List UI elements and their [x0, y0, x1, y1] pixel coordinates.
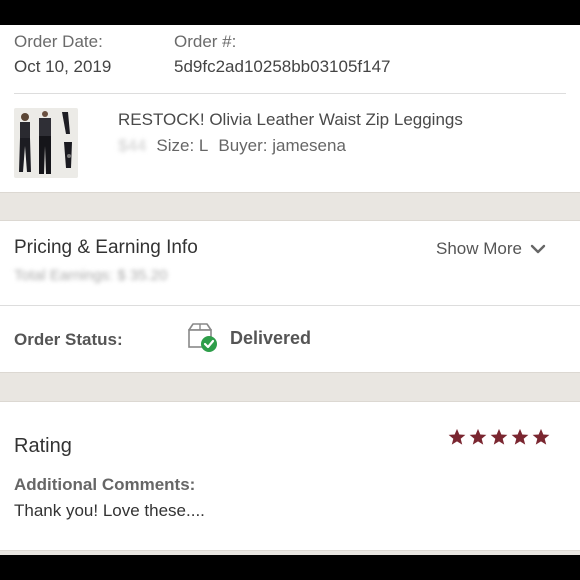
pricing-section: Pricing & Earning Info Show More Total E… — [0, 221, 580, 305]
bottom-black-bar — [0, 555, 580, 580]
order-header: Order Date: Oct 10, 2019 Order #: 5d9fc2… — [0, 25, 580, 93]
item-title[interactable]: RESTOCK! Olivia Leather Waist Zip Leggin… — [118, 110, 463, 130]
section-separator — [0, 372, 580, 402]
additional-comments-text: Thank you! Love these.... — [14, 501, 205, 520]
item-size: Size: L — [156, 136, 209, 155]
item-details: $44 Size: L Buyer: jamesena — [118, 136, 346, 156]
star-icon — [532, 428, 550, 445]
order-status-section: Order Status: Delivered — [0, 306, 580, 372]
pricing-title: Pricing & Earning Info — [14, 237, 198, 258]
item-price-obscured: $44 — [118, 136, 147, 155]
star-icon — [469, 428, 487, 445]
leggings-thumbnail[interactable] — [14, 108, 78, 178]
show-more-button[interactable]: Show More — [436, 239, 546, 259]
order-details-screen: Order Date: Oct 10, 2019 Order #: 5d9fc2… — [0, 25, 580, 555]
chevron-down-icon — [530, 244, 546, 254]
order-date-label: Order Date: — [14, 32, 103, 51]
section-separator — [0, 192, 580, 221]
star-icon — [448, 428, 466, 445]
star-icon — [490, 428, 508, 445]
show-more-label: Show More — [436, 239, 522, 258]
additional-comments-label: Additional Comments: — [14, 475, 196, 494]
rating-title: Rating — [14, 435, 72, 457]
rating-section: Rating Additional Comments: Thank you! L… — [0, 402, 580, 555]
total-earnings-obscured: Total Earnings: $ 35.20 — [14, 267, 168, 284]
top-black-bar — [0, 0, 580, 25]
star-icon — [511, 428, 529, 445]
leggings-photo-icon — [14, 108, 78, 178]
item-buyer: Buyer: jamesena — [218, 136, 346, 155]
order-date-value: Oct 10, 2019 — [14, 57, 112, 76]
order-status-value: Delivered — [230, 328, 312, 348]
order-item-row[interactable]: RESTOCK! Olivia Leather Waist Zip Leggin… — [0, 94, 580, 192]
order-number-label: Order #: — [174, 32, 237, 51]
order-status-label: Order Status: — [14, 330, 123, 349]
package-delivered-icon — [188, 323, 217, 352]
order-number-value: 5d9fc2ad10258bb03105f147 — [174, 57, 391, 76]
rating-stars — [448, 428, 550, 446]
